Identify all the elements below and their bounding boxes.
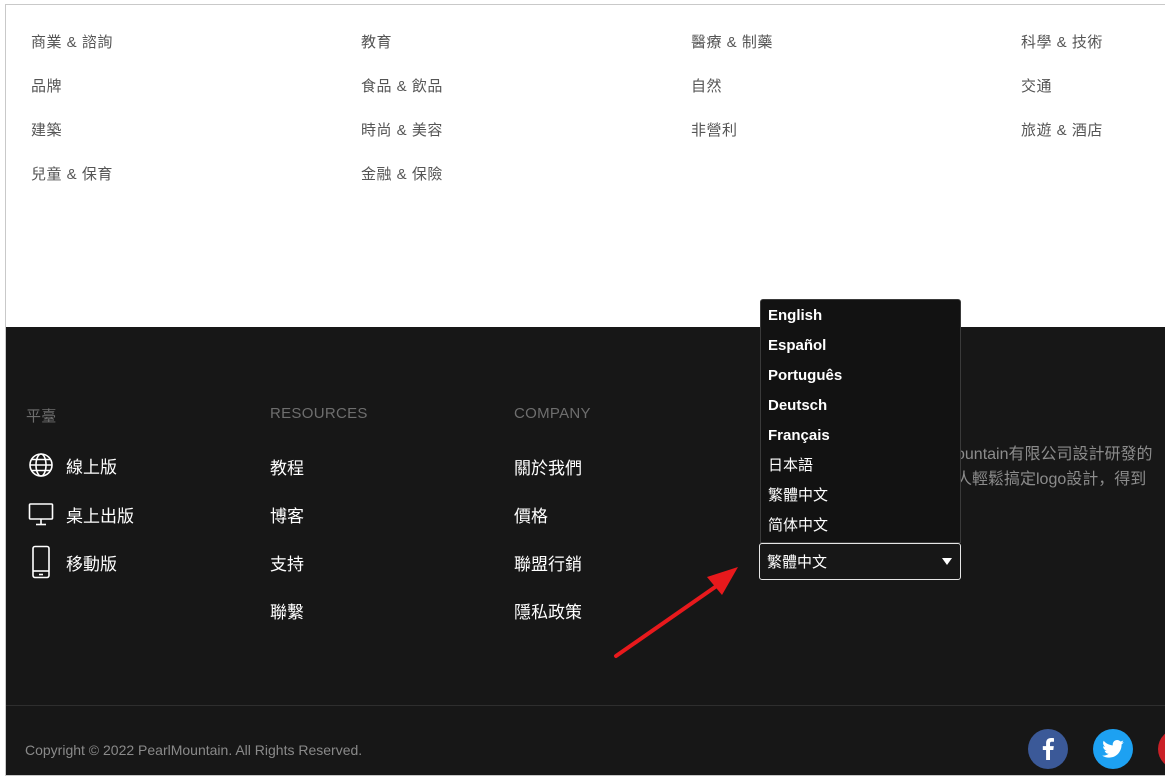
platform-desktop-link[interactable]: 桌上出版 [28, 501, 134, 527]
platform-heading: 平臺 [26, 408, 57, 425]
pinterest-icon[interactable] [1158, 729, 1165, 769]
company-heading: COMPANY [514, 405, 591, 422]
category-grid: 商業 & 諮詢 品牌 建築 兒童 & 保育 教育 食品 & 飲品 時尚 & 美容… [6, 5, 1165, 327]
twitter-icon[interactable] [1093, 729, 1133, 769]
monitor-icon [28, 501, 54, 527]
platform-label: 桌上出版 [66, 506, 134, 526]
resources-link[interactable]: 支持 [270, 550, 304, 575]
platform-label: 線上版 [66, 457, 117, 477]
platform-mobile-link[interactable]: 移動版 [28, 545, 117, 579]
mobile-phone-icon [28, 545, 54, 579]
category-link[interactable]: 兒童 & 保育 [31, 163, 113, 184]
company-link[interactable]: 價格 [514, 502, 548, 527]
resources-link[interactable]: 博客 [270, 502, 304, 527]
category-link[interactable]: 醫療 & 制藥 [691, 31, 773, 52]
company-link[interactable]: 關於我們 [514, 454, 582, 479]
company-link[interactable]: 聯盟行銷 [514, 550, 582, 575]
category-link[interactable]: 時尚 & 美容 [361, 119, 443, 140]
company-link[interactable]: 隱私政策 [514, 598, 582, 623]
about-text-line: ountain有限公司設計研發的 [956, 446, 1153, 463]
language-option[interactable]: Español [761, 331, 960, 361]
category-link[interactable]: 建築 [31, 119, 62, 140]
category-link[interactable]: 金融 & 保險 [361, 163, 443, 184]
category-link[interactable]: 品牌 [31, 75, 62, 96]
category-link[interactable]: 非營利 [691, 119, 738, 140]
category-link[interactable]: 交通 [1021, 75, 1052, 96]
language-option[interactable]: 日本語 [761, 451, 960, 481]
category-link[interactable]: 教育 [361, 31, 392, 52]
category-link[interactable]: 商業 & 諮詢 [31, 31, 113, 52]
copyright-text: Copyright © 2022 PearlMountain. All Righ… [25, 742, 363, 758]
category-link[interactable]: 食品 & 飲品 [361, 75, 443, 96]
language-option[interactable]: Deutsch [761, 391, 960, 421]
language-select-value: 繁體中文 [767, 554, 828, 571]
chevron-down-icon [942, 558, 952, 565]
category-link[interactable]: 旅遊 & 酒店 [1021, 119, 1103, 140]
about-text: ountain有限公司設計研發的 人輕鬆搞定logo設計，得到 [956, 442, 1153, 492]
language-option[interactable]: English [761, 301, 960, 331]
resources-heading: RESOURCES [270, 405, 368, 422]
language-option[interactable]: Français [761, 421, 960, 451]
language-option[interactable]: 简体中文 [761, 511, 960, 541]
language-option[interactable]: 繁體中文 [761, 481, 960, 511]
platform-label: 移動版 [66, 554, 117, 574]
language-select[interactable]: 繁體中文 [759, 543, 961, 580]
platform-online-link[interactable]: 線上版 [28, 452, 117, 478]
category-link[interactable]: 科學 & 技術 [1021, 31, 1103, 52]
globe-icon [28, 452, 54, 478]
resources-link[interactable]: 聯繫 [270, 598, 304, 623]
language-option[interactable]: Português [761, 361, 960, 391]
facebook-icon[interactable] [1028, 729, 1068, 769]
site-footer: 平臺 線上版 桌上出版 移動版 RESOURCES 教程 博客 支持 聯繫 CO… [6, 327, 1165, 775]
page-frame: 商業 & 諮詢 品牌 建築 兒童 & 保育 教育 食品 & 飲品 時尚 & 美容… [5, 4, 1165, 776]
about-text-line: 人輕鬆搞定logo設計，得到 [956, 471, 1147, 488]
resources-link[interactable]: 教程 [270, 454, 304, 479]
footer-divider [6, 705, 1165, 706]
language-dropdown-list: English Español Português Deutsch França… [760, 299, 961, 543]
category-link[interactable]: 自然 [691, 75, 722, 96]
